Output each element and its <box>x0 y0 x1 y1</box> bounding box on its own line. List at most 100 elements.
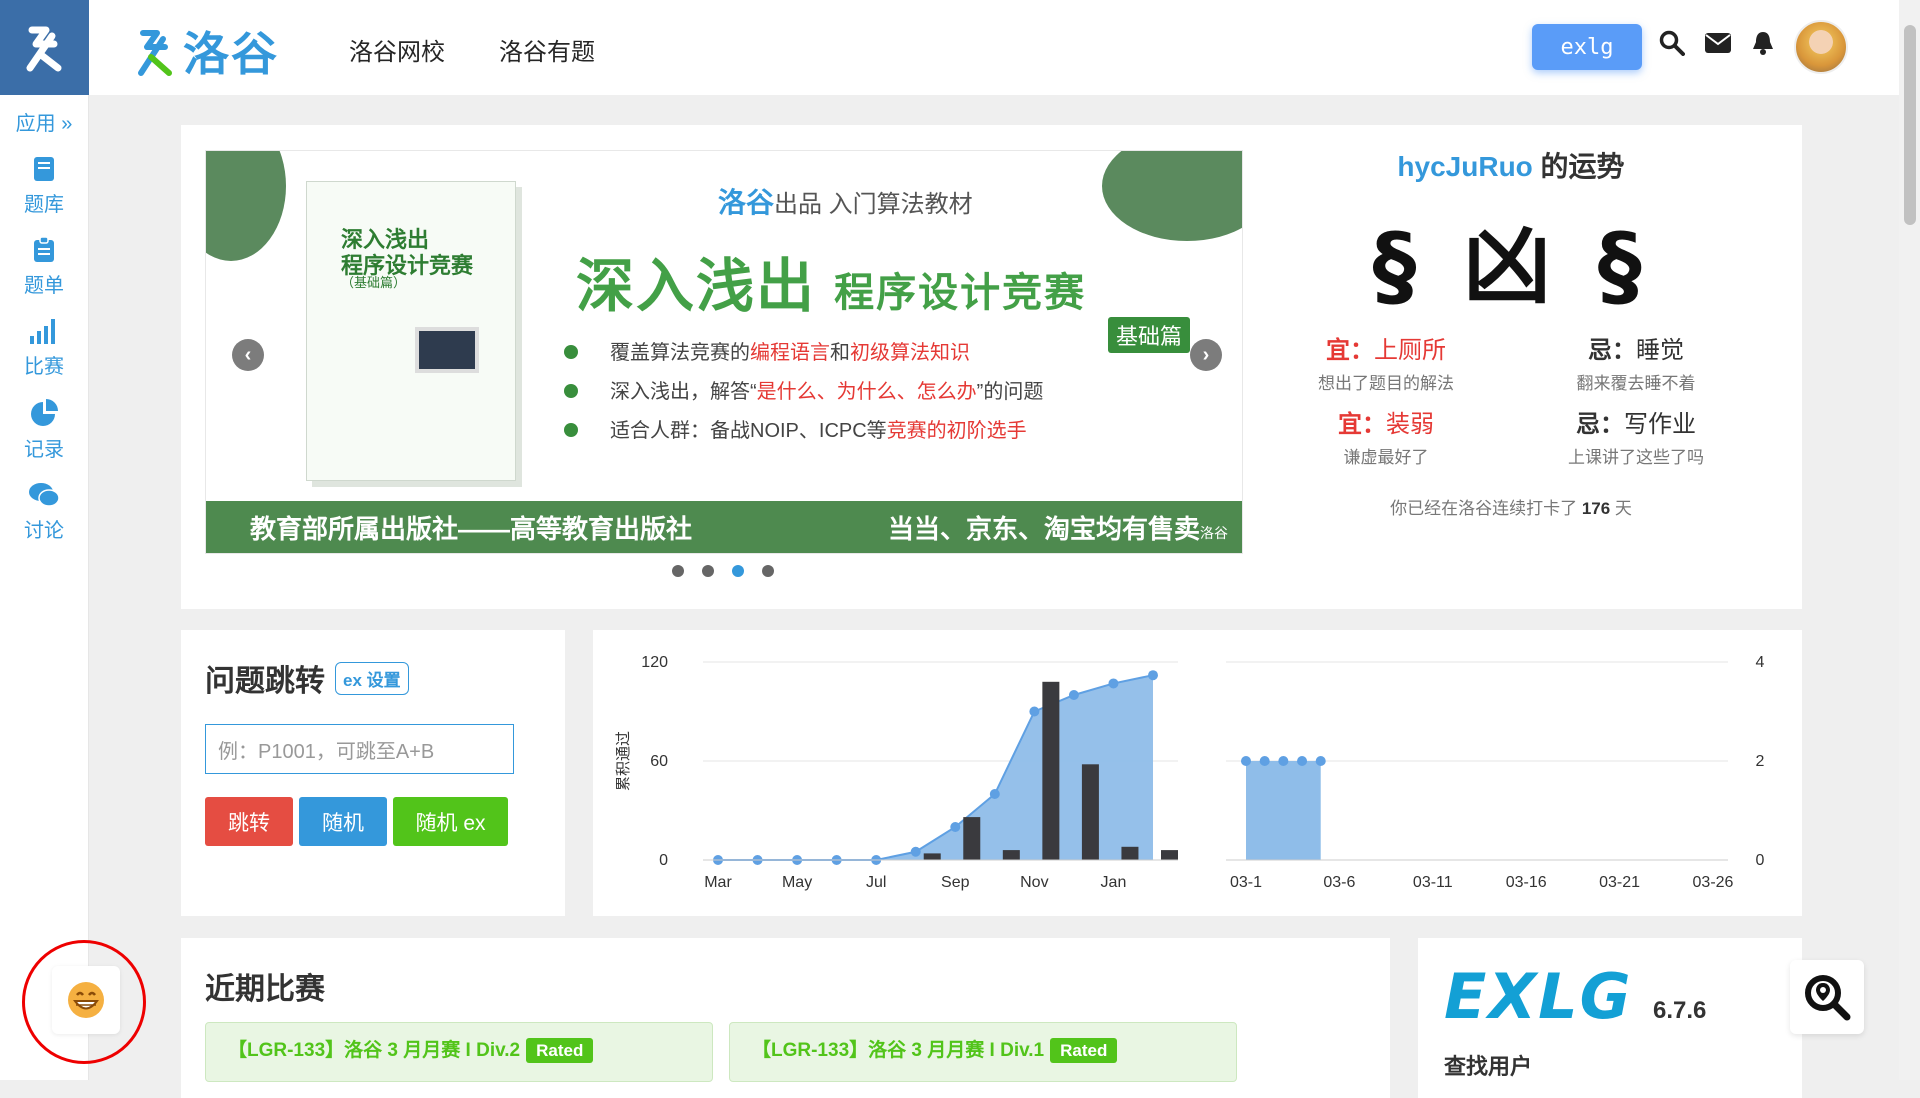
y-tick-label: 60 <box>650 753 668 770</box>
top-navbar: 洛谷 洛谷网校 洛谷有题 exlg <box>89 0 1899 95</box>
brand-name: 洛谷 <box>183 27 279 81</box>
banner-footer-left: 教育部所属出版社——高等教育出版社 <box>250 513 693 544</box>
fortune-value: 上厕所 <box>1374 337 1446 364</box>
problem-id-input[interactable]: 例：P1001，可跳至A+B <box>205 724 514 774</box>
floating-search-button[interactable] <box>1790 960 1864 1034</box>
y-tick-label: 2 <box>1756 753 1765 770</box>
cumulative-point <box>1068 690 1079 700</box>
brand[interactable]: 洛谷 <box>135 18 279 84</box>
new-pass-bar <box>963 817 981 860</box>
sidebar-item-discuss[interactable]: 讨论 <box>0 482 88 543</box>
fortune-label: 宜： <box>1326 337 1374 364</box>
ex-settings-button[interactable]: ex 设置 <box>335 661 409 695</box>
contest-item[interactable]: 【LGR-133】洛谷 3 月月赛 I Div.2 Rated <box>205 1022 713 1082</box>
x-tick-label: Nov <box>1020 874 1048 891</box>
contest-item[interactable]: 【LGR-133】洛谷 3 月月赛 I Div.1 Rated <box>729 1022 1237 1082</box>
bullet-text: ”的问题 <box>976 381 1044 403</box>
pie-chart-icon <box>31 399 58 426</box>
cumulative-point <box>1148 670 1158 681</box>
exlg-header: EXLG 6.7.6 <box>1444 960 1776 1033</box>
sidebar-item-label: 题单 <box>24 275 64 297</box>
fortune-label: 宜： <box>1338 411 1386 438</box>
banner-bullet: 深入浅出，解答“是什么、为什么、怎么办”的问题 <box>563 375 1044 404</box>
user-avatar[interactable] <box>1794 20 1848 74</box>
x-tick-label: 03-16 <box>1506 874 1547 891</box>
luogu-logo-icon <box>26 26 61 71</box>
fortune-bad-head: 忌：写作业 <box>1576 404 1696 439</box>
page-scrollbar[interactable] <box>1899 0 1920 1080</box>
cumulative-point <box>910 846 921 857</box>
sidebar-item-records[interactable]: 记录 <box>0 399 88 462</box>
fortune-label: 忌： <box>1576 411 1624 438</box>
luogu-logo[interactable] <box>0 0 89 95</box>
recent-contests-card: 近期比赛 【LGR-133】洛谷 3 月月赛 I Div.2 Rated 【LGR… <box>181 938 1390 1098</box>
fortune-value: 写作业 <box>1624 411 1696 438</box>
carousel[interactable]: 深入浅出 程序设计竞赛 （基础篇） 洛谷出品 入门算法教材 深入浅出 程序设计竞… <box>205 150 1243 554</box>
carousel-dot[interactable] <box>762 565 774 577</box>
rated-badge: Rated <box>1050 1038 1118 1063</box>
sidebar-item-problems[interactable]: 题库 <box>0 156 88 217</box>
new-pass-point <box>1315 756 1326 766</box>
bar-chart-icon <box>30 319 55 344</box>
x-tick-label: Jul <box>866 874 886 891</box>
problem-jump-heading: 问题跳转 <box>205 665 325 698</box>
bullet-text: 覆盖算法竞赛的 <box>610 342 750 364</box>
recent-contests-title: 近期比赛 <box>205 973 325 1006</box>
fortune-good-head: 宜：装弱 <box>1338 404 1434 439</box>
banner-publisher: 洛谷出品 入门算法教材 <box>718 181 973 221</box>
highlight-circle-annotation <box>22 940 146 1064</box>
exlg-logo: EXLG <box>1444 960 1633 1033</box>
rated-badge: Rated <box>526 1038 594 1063</box>
bell-icon[interactable] <box>1751 30 1775 56</box>
banner-decoration <box>1102 151 1242 241</box>
y-tick-label: 120 <box>641 654 668 671</box>
x-tick-label: 03-1 <box>1230 874 1262 891</box>
fortune-username[interactable]: hycJuRuo <box>1397 151 1532 182</box>
bullet-highlight: 是什么、为什么、怎么办 <box>756 381 977 403</box>
contest-name[interactable]: 【LGR-133】洛谷 3 月月赛 I Div.1 <box>752 1040 1044 1061</box>
cumulative-point <box>989 789 1000 799</box>
x-tick-label: 03-26 <box>1693 874 1734 891</box>
x-tick-label: Jan <box>1101 874 1127 891</box>
y-tick-label: 4 <box>1756 654 1765 671</box>
fortune-good-head: 宜：上厕所 <box>1326 330 1446 365</box>
exlg-button[interactable]: exlg <box>1532 24 1642 70</box>
streak-text: 你已经在洛谷连续打卡了 <box>1390 499 1582 518</box>
clipboard-icon <box>34 237 54 262</box>
nav-link-school[interactable]: 洛谷网校 <box>349 32 445 67</box>
random-ex-button[interactable]: 随机 ex <box>393 797 508 846</box>
carousel-prev-button[interactable]: ‹ <box>232 339 264 371</box>
sidebar: 应用 » 题库 题单 比赛 记录 讨论 <box>0 0 89 1080</box>
sidebar-item-contests[interactable]: 比赛 <box>0 318 88 379</box>
search-icon[interactable] <box>1659 30 1685 56</box>
new-pass-bar <box>1121 846 1139 860</box>
app-menu-toggle[interactable]: 应用 » <box>0 107 88 136</box>
sidebar-item-label: 记录 <box>24 439 64 461</box>
sidebar-item-problem-lists[interactable]: 题单 <box>0 237 88 298</box>
sidebar-item-label: 讨论 <box>24 520 64 542</box>
random-button[interactable]: 随机 <box>299 797 387 846</box>
carousel-next-button[interactable]: › <box>1190 339 1222 371</box>
top-icons <box>1659 30 1775 56</box>
new-pass-area <box>1246 761 1321 860</box>
jump-button[interactable]: 跳转 <box>205 797 293 846</box>
banner-publisher-brand: 洛谷 <box>718 187 775 218</box>
fortune-desc: 想出了题目的解法 <box>1318 374 1454 393</box>
checkin-streak: 你已经在洛谷连续打卡了 176 天 <box>1261 494 1761 519</box>
mail-icon[interactable] <box>1705 33 1731 53</box>
streak-text: 天 <box>1610 499 1632 518</box>
book-subtitle: （基础篇） <box>341 275 407 290</box>
fortune-desc: 翻来覆去睡不着 <box>1576 374 1696 393</box>
x-tick-label: Sep <box>941 874 970 891</box>
new-pass-bar <box>1002 850 1020 860</box>
nav-link-youti[interactable]: 洛谷有题 <box>499 32 595 67</box>
find-user-title: 查找用户 <box>1444 1054 1533 1079</box>
new-pass-point <box>1259 756 1270 766</box>
scrollbar-thumb[interactable] <box>1904 25 1916 225</box>
carousel-dot[interactable] <box>702 565 714 577</box>
carousel-dot[interactable] <box>672 565 684 577</box>
carousel-dot-active[interactable] <box>732 565 744 577</box>
basic-edition-badge: 基础篇 <box>1108 317 1191 353</box>
contest-name[interactable]: 【LGR-133】洛谷 3 月月赛 I Div.2 <box>228 1040 520 1061</box>
book-icon <box>34 157 54 181</box>
